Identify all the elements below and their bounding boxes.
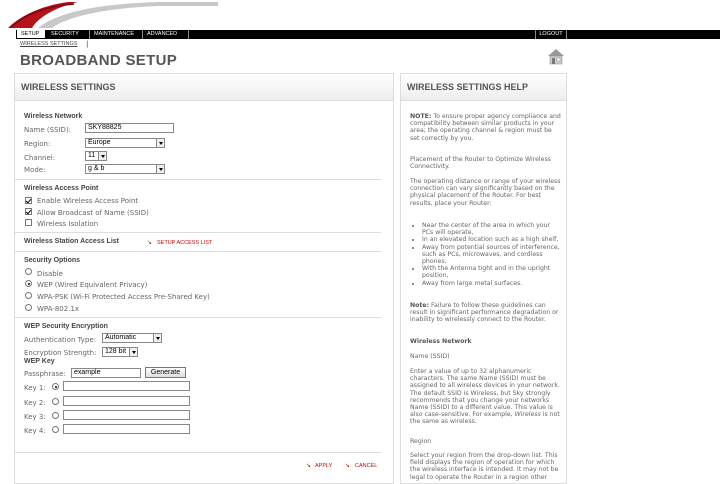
- divider: [15, 232, 381, 233]
- help-note: NOTE: To ensure proper agency compliance…: [410, 113, 561, 142]
- enable-ap-checkbox[interactable]: [25, 197, 32, 204]
- key-label: Key 2:: [24, 399, 46, 407]
- key-label: Key 1:: [24, 384, 46, 392]
- list-item: Away from large metal surfaces.: [422, 280, 562, 287]
- key-1-radio[interactable]: [52, 383, 59, 390]
- wireless-settings-panel: WIRELESS SETTINGS Wireless Network Name …: [14, 73, 394, 484]
- channel-select[interactable]: 11: [85, 151, 107, 161]
- help-ssid-text: Enter a value of up to 32 alphanumeric c…: [410, 368, 560, 426]
- panel-title: WIRELESS SETTINGS: [15, 74, 393, 101]
- key-label: Key 3:: [24, 413, 46, 421]
- key-3-radio[interactable]: [52, 412, 59, 419]
- wireless-network-heading: Wireless Network: [24, 113, 83, 120]
- help-region-text: Select your region from the drop-down li…: [410, 452, 559, 481]
- help-title: WIRELESS SETTINGS HELP: [401, 74, 566, 101]
- passphrase-label: Passphrase:: [24, 370, 66, 378]
- key-2-input[interactable]: [63, 396, 190, 406]
- help-panel: WIRELESS SETTINGS HELP NOTE: To ensure p…: [400, 73, 567, 484]
- divider: [15, 179, 381, 180]
- channel-label: Channel:: [24, 154, 56, 162]
- mode-select[interactable]: g & b: [85, 164, 165, 174]
- chevron-down-icon: [156, 165, 164, 173]
- help-distance: The operating distance or range of your …: [410, 178, 561, 207]
- key-4-input[interactable]: [63, 424, 190, 434]
- arrow-right-icon: ↘: [306, 462, 312, 469]
- security-option-label: WEP (Wired Equivalent Privacy): [37, 281, 148, 289]
- list-item: Away from potential sources of interfere…: [422, 244, 562, 266]
- broadcast-ssid-checkbox[interactable]: [25, 208, 32, 215]
- isolation-label: Wireless Isolation: [37, 220, 99, 228]
- tab-setup[interactable]: SETUP: [16, 30, 46, 39]
- key-4-radio[interactable]: [52, 426, 59, 433]
- station-list-heading: Wireless Station Access List: [24, 238, 119, 245]
- help-ssid-heading: Name (SSID): [410, 353, 450, 360]
- divider: [15, 317, 381, 318]
- passphrase-input[interactable]: example: [71, 368, 141, 378]
- help-region-heading: Region: [410, 438, 432, 445]
- mode-label: Mode:: [24, 166, 46, 174]
- breadcrumb[interactable]: WIRELESS SETTINGS: [20, 41, 77, 47]
- encryption-strength-label: Encryption Strength:: [24, 349, 97, 357]
- region-select[interactable]: Europe: [85, 138, 165, 148]
- chevron-down-icon: [153, 334, 161, 342]
- key-1-input[interactable]: [63, 381, 190, 391]
- security-wpa-8021x-radio[interactable]: [25, 304, 32, 311]
- broadcast-ssid-label: Allow Broadcast of Name (SSID): [37, 209, 149, 217]
- breadcrumb-separator: |: [86, 40, 89, 48]
- arrow-right-icon: ↘: [345, 462, 351, 469]
- tab-security[interactable]: SECURITY: [47, 30, 90, 39]
- cancel-button[interactable]: CANCEL: [355, 463, 377, 469]
- list-item: With the Antenna tight and in the uprigh…: [422, 265, 562, 279]
- wep-key-heading: WEP Key: [24, 358, 55, 365]
- access-point-heading: Wireless Access Point: [24, 185, 99, 192]
- help-bullet-list: Near the center of the area in which you…: [422, 222, 562, 287]
- key-2-radio[interactable]: [52, 398, 59, 405]
- isolation-checkbox[interactable]: [25, 219, 32, 226]
- ssid-input[interactable]: SKY88825: [85, 123, 174, 133]
- enable-ap-label: Enable Wireless Access Point: [37, 197, 139, 205]
- security-option-label: WPA-802.1x: [37, 305, 80, 313]
- list-item: Near the center of the area in which you…: [422, 222, 562, 236]
- arrow-right-icon: ↘: [147, 239, 153, 246]
- key-3-input[interactable]: [63, 410, 190, 420]
- region-label: Region:: [24, 140, 51, 148]
- security-disable-radio[interactable]: [25, 268, 32, 275]
- divider: [15, 452, 381, 453]
- home-icon[interactable]: [546, 46, 566, 66]
- apply-button[interactable]: APPLY: [315, 463, 332, 469]
- divider: [15, 251, 381, 252]
- chevron-down-icon: [129, 348, 137, 356]
- brand-swoosh: [8, 2, 218, 28]
- security-options-heading: Security Options: [24, 257, 81, 264]
- logout-button[interactable]: LOGOUT: [535, 30, 567, 39]
- ssid-label: Name (SSID):: [24, 126, 72, 134]
- chevron-down-icon: [98, 152, 106, 160]
- encryption-strength-select[interactable]: 128 bit: [102, 347, 138, 357]
- security-option-label: Disable: [37, 270, 63, 278]
- security-wep-radio[interactable]: [25, 280, 32, 287]
- chevron-down-icon: [156, 139, 164, 147]
- setup-access-list-link[interactable]: SETUP ACCESS LIST: [157, 240, 212, 246]
- security-wpa-psk-radio[interactable]: [25, 292, 32, 299]
- wep-encryption-heading: WEP Security Encryption: [24, 323, 108, 330]
- tab-advanced[interactable]: ADVANCED: [143, 30, 189, 39]
- page-title: BROADBAND SETUP: [20, 52, 178, 69]
- help-note2: Note: Failure to follow these guidelines…: [410, 302, 559, 324]
- auth-type-select[interactable]: Automatic: [102, 333, 162, 343]
- key-label: Key 4:: [24, 427, 46, 435]
- help-wireless-network-heading: Wireless Network: [410, 338, 472, 345]
- help-placement: Placement of the Router to Optimize Wire…: [410, 156, 551, 171]
- tab-maintenance[interactable]: MAINTENANCE: [90, 30, 143, 39]
- auth-type-label: Authentication Type:: [24, 336, 97, 344]
- generate-button[interactable]: Generate: [145, 367, 186, 378]
- list-item: In an elevated location such as a high s…: [422, 236, 562, 243]
- security-option-label: WPA-PSK (Wi-Fi Protected Access Pre-Shar…: [37, 293, 210, 301]
